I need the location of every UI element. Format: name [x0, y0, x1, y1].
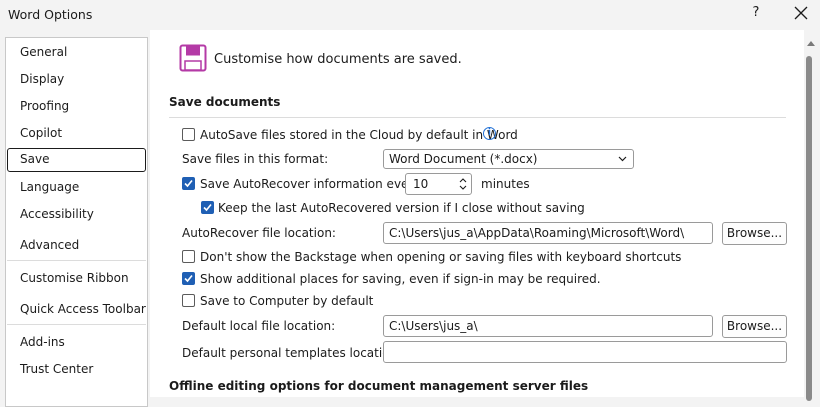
options-sidebar: General Display Proofing Copilot Save La…: [5, 37, 148, 407]
format-select-value: Word Document (*.docx): [389, 152, 538, 166]
window-title: Word Options: [8, 7, 93, 22]
autosave-label: AutoSave files stored in the Cloud by de…: [200, 128, 518, 142]
sidebar-divider: [7, 260, 146, 261]
autorecover-label: Save AutoRecover information every: [200, 177, 421, 191]
page-header: Customise how documents are saved.: [214, 52, 462, 67]
minutes-label: minutes: [481, 177, 530, 191]
section-title-offline-editing: Offline editing options for document man…: [169, 379, 589, 393]
sidebar-item-accessibility[interactable]: Accessibility: [20, 207, 94, 221]
scrollbar-thumb[interactable]: [806, 56, 812, 401]
section-title-save-documents: Save documents: [169, 95, 281, 109]
autorecover-minutes-value: 10: [413, 177, 429, 191]
sidebar-item-customise-ribbon[interactable]: Customise Ribbon: [20, 271, 129, 285]
autosave-checkbox[interactable]: [182, 128, 195, 141]
sidebar-item-save[interactable]: Save: [7, 148, 146, 172]
save-options-panel: Customise how documents are saved. Save …: [150, 30, 804, 397]
sidebar-item-general[interactable]: General: [20, 45, 67, 59]
keep-last-label: Keep the last AutoRecovered version if I…: [218, 201, 585, 215]
sidebar-item-quick-access-toolbar[interactable]: Quick Access Toolbar: [20, 302, 146, 316]
save-icon: [179, 44, 207, 72]
save-to-computer-checkbox[interactable]: [182, 294, 195, 307]
vertical-scrollbar[interactable]: [804, 38, 818, 401]
sidebar-divider: [7, 324, 146, 325]
sidebar-item-proofing[interactable]: Proofing: [20, 99, 69, 113]
scroll-up-icon[interactable]: [807, 40, 815, 46]
checkmark-icon: [184, 179, 193, 188]
no-backstage-checkbox[interactable]: [182, 250, 195, 263]
format-label: Save files in this format:: [182, 152, 329, 166]
sidebar-item-language[interactable]: Language: [20, 180, 79, 194]
default-local-location-input[interactable]: C:\Users\jus_a\: [383, 315, 713, 337]
info-icon[interactable]: i: [483, 127, 496, 140]
chevron-down-icon: [618, 156, 627, 162]
default-local-location-label: Default local file location:: [182, 319, 336, 333]
templates-location-input[interactable]: [383, 341, 787, 363]
sidebar-item-display[interactable]: Display: [20, 72, 64, 86]
format-select[interactable]: Word Document (*.docx): [383, 149, 634, 169]
autorecover-location-input[interactable]: C:\Users\jus_a\AppData\Roaming\Microsoft…: [383, 222, 713, 244]
autorecover-browse-button[interactable]: Browse...: [722, 222, 787, 245]
help-button[interactable]: ?: [748, 5, 764, 23]
sidebar-item-advanced[interactable]: Advanced: [20, 238, 79, 252]
sidebar-item-add-ins[interactable]: Add-ins: [20, 335, 65, 349]
section-divider: [169, 117, 786, 118]
checkmark-icon: [203, 203, 212, 212]
autorecover-checkbox[interactable]: [182, 177, 195, 190]
keep-last-checkbox[interactable]: [201, 201, 214, 214]
templates-location-label: Default personal templates location:: [182, 346, 402, 360]
autorecover-minutes-stepper[interactable]: 10: [405, 173, 472, 195]
spinner-arrows-icon[interactable]: [458, 176, 468, 192]
close-button[interactable]: [791, 4, 811, 24]
no-backstage-label: Don't show the Backstage when opening or…: [200, 250, 682, 264]
sidebar-item-trust-center[interactable]: Trust Center: [20, 362, 93, 376]
additional-places-label: Show additional places for saving, even …: [200, 272, 601, 286]
checkmark-icon: [184, 274, 193, 283]
title-bar: Word Options ?: [0, 0, 820, 30]
additional-places-checkbox[interactable]: [182, 272, 195, 285]
sidebar-item-copilot[interactable]: Copilot: [20, 126, 62, 140]
autorecover-location-label: AutoRecover file location:: [182, 226, 336, 240]
close-icon: [794, 6, 808, 20]
save-to-computer-label: Save to Computer by default: [200, 294, 374, 308]
default-local-browse-button[interactable]: Browse...: [722, 315, 787, 338]
